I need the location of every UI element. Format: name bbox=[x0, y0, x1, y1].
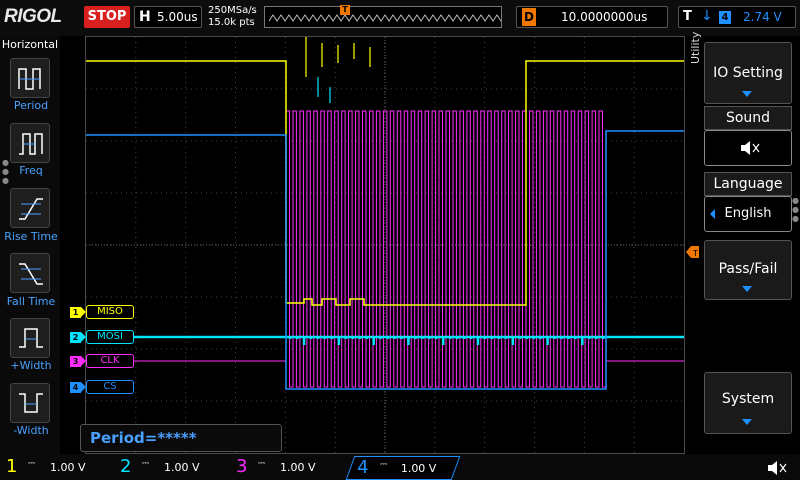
trigger-level-marker: T bbox=[686, 246, 699, 258]
negative-width-icon bbox=[19, 393, 43, 413]
measure-fall-time-label: Fall Time bbox=[6, 295, 56, 308]
measure-fall-time-button[interactable] bbox=[10, 253, 50, 293]
trigger-display[interactable]: T ↓ 4 2.74 V bbox=[678, 6, 796, 28]
memory-overview-strip bbox=[264, 6, 502, 28]
ch1-scale-button[interactable]: 1 ⎓ 1.00 V bbox=[0, 456, 110, 480]
rise-time-icon bbox=[19, 198, 43, 220]
dc-coupling-icon: ⎓ bbox=[258, 459, 266, 469]
measurement-value: Period=***** bbox=[90, 429, 197, 447]
ch1-marker: 1 bbox=[70, 307, 86, 318]
trigger-source: 4 bbox=[719, 11, 731, 24]
language-header: Language bbox=[704, 172, 792, 196]
ch4-marker: 4 bbox=[70, 382, 86, 393]
ch3-scale: 1.00 V bbox=[280, 461, 316, 474]
dc-coupling-icon: ⎓ bbox=[28, 459, 36, 469]
freq-icon bbox=[19, 133, 43, 155]
falling-edge-icon: ↓ bbox=[701, 8, 713, 24]
trigger-level: 2.74 V bbox=[743, 10, 782, 24]
measure-freq-label: Freq bbox=[19, 164, 43, 177]
timebase-value: 5.00us bbox=[157, 10, 198, 24]
speaker-mute-icon bbox=[741, 141, 760, 155]
ch2-number: 2 bbox=[120, 456, 132, 477]
chevron-down-icon bbox=[742, 419, 752, 425]
ch2-label[interactable]: MOSI bbox=[86, 330, 134, 344]
io-setting-button[interactable]: IO Setting bbox=[704, 42, 792, 104]
measure-freq-button[interactable] bbox=[10, 123, 50, 163]
fall-time-icon bbox=[19, 263, 43, 285]
ch1-spikes bbox=[305, 37, 371, 77]
ch2-scale-button[interactable]: 2 ⎓ 1.00 V bbox=[114, 456, 224, 480]
acquisition-info: 250MSa/s 15.0k pts bbox=[208, 5, 257, 29]
sound-toggle[interactable] bbox=[704, 130, 792, 166]
measure-negative-width-label: -Width bbox=[13, 424, 49, 437]
brand-logo: RIGOL bbox=[4, 6, 62, 27]
top-status-bar: RIGOL STOP H 5.00us 250MSa/s 15.0k pts T… bbox=[0, 0, 800, 36]
measure-positive-width-button[interactable] bbox=[10, 318, 50, 358]
ch3-marker: 3 bbox=[70, 356, 86, 367]
sound-header: Sound bbox=[704, 106, 792, 130]
menu-page-dots: ● ● ● bbox=[792, 196, 799, 223]
delay-display[interactable]: D 10.0000000us bbox=[516, 6, 668, 28]
dc-coupling-icon: ⎓ bbox=[380, 460, 388, 470]
pass-fail-button[interactable]: Pass/Fail bbox=[704, 240, 792, 300]
ch3-number: 3 bbox=[236, 456, 248, 477]
measure-rise-time-label: Rise Time bbox=[4, 230, 58, 243]
ch4-number: 4 bbox=[357, 457, 369, 478]
ch2-spikes bbox=[317, 77, 331, 103]
memory-depth: 15.0k pts bbox=[208, 17, 255, 28]
timebase-display[interactable]: H 5.00us bbox=[134, 6, 202, 28]
delay-value: 10.0000000us bbox=[561, 10, 648, 24]
ch1-scale: 1.00 V bbox=[50, 461, 86, 474]
ch4-scale-button[interactable]: 4 ⎓ 1.00 V bbox=[345, 456, 461, 480]
waveform-canvas bbox=[86, 37, 684, 453]
run-stop-indicator[interactable]: STOP bbox=[84, 6, 130, 28]
positive-width-icon bbox=[19, 328, 43, 348]
measure-period-label: Period bbox=[13, 99, 49, 112]
trigger-label: T bbox=[683, 9, 692, 24]
ch1-label[interactable]: MISO bbox=[86, 305, 134, 319]
memory-overview-wave bbox=[268, 14, 501, 22]
io-setting-label: IO Setting bbox=[713, 65, 783, 81]
waveform-display[interactable] bbox=[85, 36, 685, 454]
dc-coupling-icon: ⎓ bbox=[142, 459, 150, 469]
measurement-readout: Period=***** bbox=[80, 424, 282, 452]
ch4-label[interactable]: CS bbox=[86, 380, 134, 394]
menu-title: Horizontal bbox=[1, 38, 59, 51]
ch2-marker: 2 bbox=[70, 332, 86, 343]
system-button[interactable]: System bbox=[704, 372, 792, 434]
ch4-scale: 1.00 V bbox=[400, 462, 437, 475]
ch1-number: 1 bbox=[6, 456, 18, 477]
pass-fail-label: Pass/Fail bbox=[718, 261, 778, 277]
chevron-down-icon bbox=[742, 91, 752, 97]
ch3-label[interactable]: CLK bbox=[86, 354, 134, 368]
menu-page-dots: ● ● ● bbox=[2, 158, 9, 185]
delay-label: D bbox=[522, 8, 536, 26]
system-label: System bbox=[721, 391, 775, 407]
measure-positive-width-label: +Width bbox=[10, 359, 52, 372]
svg-text:T: T bbox=[692, 249, 698, 258]
measure-negative-width-button[interactable] bbox=[10, 383, 50, 423]
period-icon bbox=[18, 68, 41, 90]
trigger-position-marker: T bbox=[340, 5, 350, 15]
measure-period-button[interactable] bbox=[10, 58, 50, 98]
measure-rise-time-button[interactable] bbox=[10, 188, 50, 228]
chevron-down-icon bbox=[742, 286, 752, 292]
ch2-scale: 1.00 V bbox=[164, 461, 200, 474]
language-select[interactable]: English bbox=[704, 196, 792, 232]
language-value: English bbox=[724, 206, 772, 221]
sample-rate: 250MSa/s bbox=[208, 5, 257, 16]
ch3-scale-button[interactable]: 3 ⎓ 1.00 V bbox=[230, 456, 340, 480]
horizontal-label: H bbox=[139, 9, 151, 25]
menu-side-title: Utility bbox=[689, 31, 702, 64]
speaker-mute-icon[interactable] bbox=[766, 458, 792, 478]
